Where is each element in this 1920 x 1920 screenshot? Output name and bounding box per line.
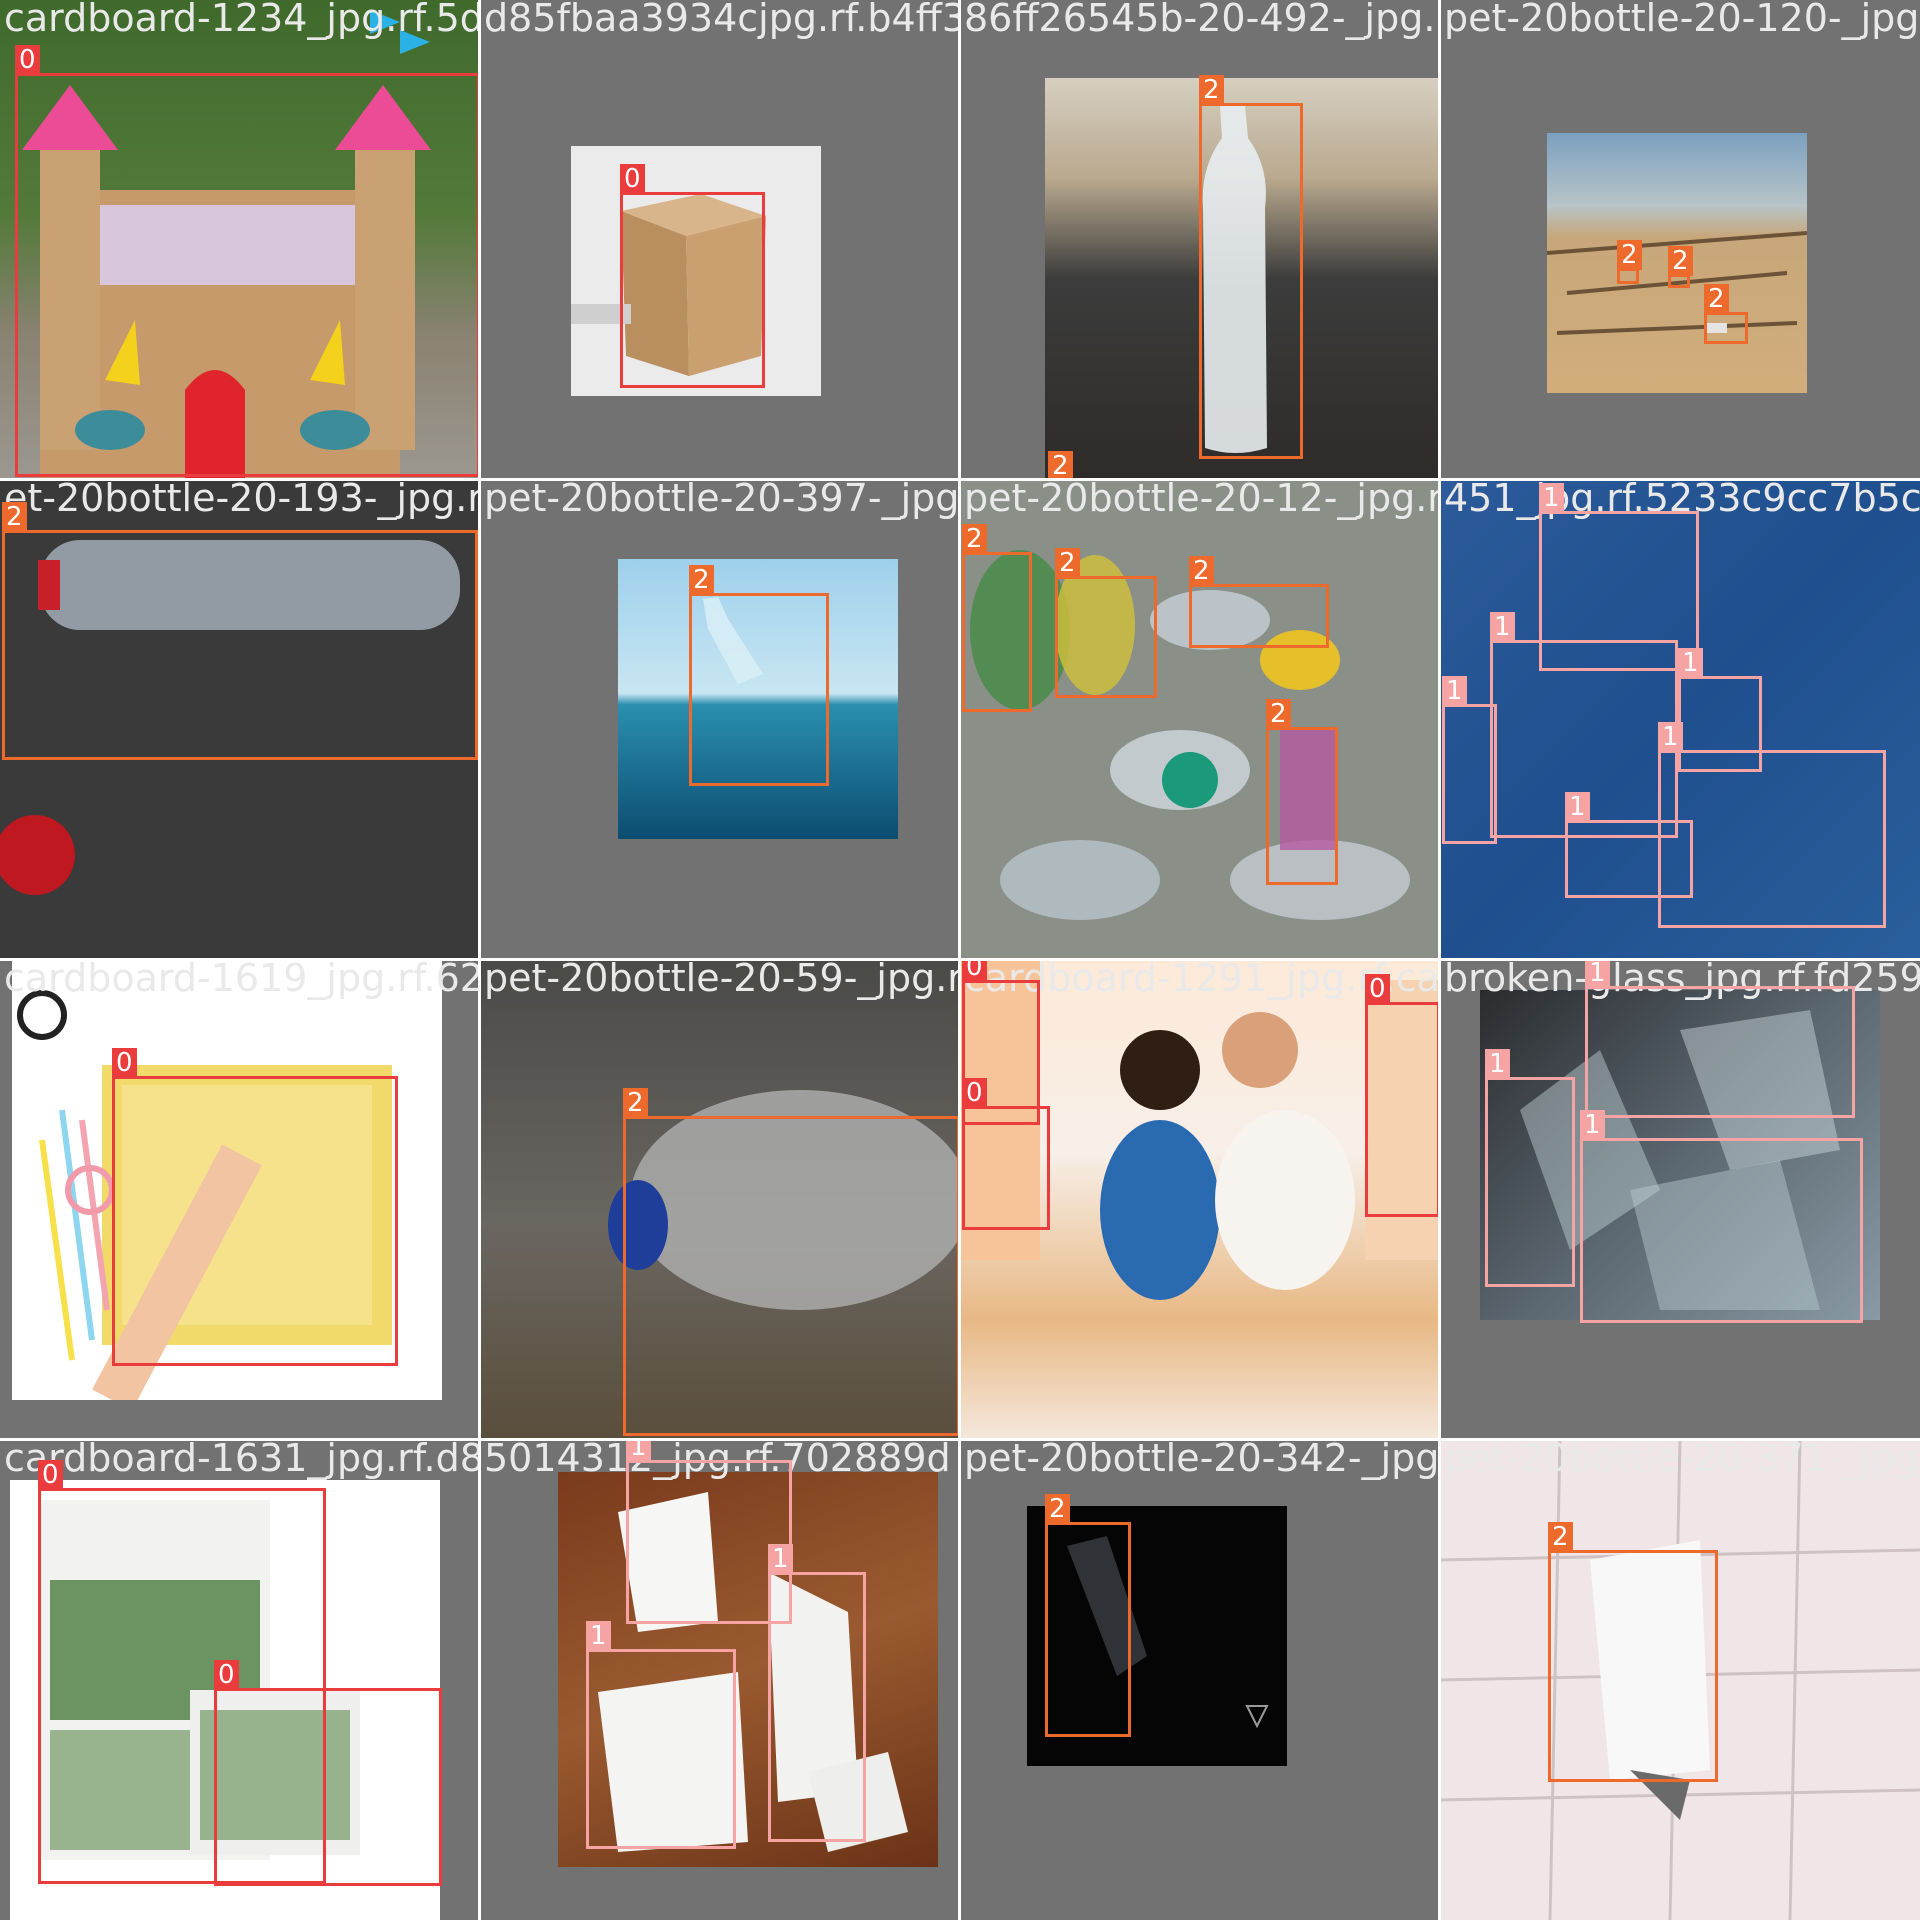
tile-filename: cardboard-1619_jpg.rf.624de — [4, 960, 480, 1000]
bbox: 2 — [1055, 548, 1157, 698]
tile-filename: pet-20bottle-20-342-_jpg.rf.5 — [964, 1440, 1440, 1480]
image-tile: cardboard-1619_jpg.rf.624de 0 — [0, 960, 480, 1440]
tile-filename: et-20bottle-20-193-_jpg.rf.b — [4, 480, 480, 520]
tile-filename: 86ff26545b-20-492-_jpg.rf.1 — [964, 0, 1440, 40]
grid-line — [0, 958, 1920, 961]
image-tile: pet-20bottle-20-12-_jpg.rf.6d 2 2 2 2 — [960, 480, 1440, 960]
bbox-label: 1 — [1490, 612, 1515, 642]
image-tile: 451_jpg.rf.5233c9cc7b5c9f1a7 1 1 1 1 1 1 — [1440, 480, 1920, 960]
bbox-label: 2 — [1199, 75, 1224, 105]
bbox-label: 1 — [1678, 648, 1703, 678]
image-tile: broken-glass_jpg.rf.fd259 1 1 1 — [1440, 960, 1920, 1440]
bbox: 2 — [1199, 75, 1303, 459]
bbox-label: 1 — [626, 1440, 651, 1462]
image-tile: cardboard-1234_jpg.rf.5d26d 0 — [0, 0, 480, 480]
image-tile: 5014312_jpg.rf.702889d 1 1 1 — [480, 1440, 960, 1920]
bbox-label: 2 — [1055, 548, 1080, 578]
bbox: 0 — [620, 164, 765, 388]
tile-filename: cardboard-1234_jpg.rf.5d26d — [4, 0, 480, 40]
bbox: 2 — [1617, 240, 1642, 284]
bbox-label: 2 — [1617, 240, 1642, 270]
bbox: 0 — [15, 45, 480, 477]
grid-line — [0, 478, 1920, 481]
bbox: 0 — [214, 1660, 442, 1886]
bbox-label: 0 — [38, 1460, 63, 1490]
bbox-label: 2 — [1189, 556, 1214, 586]
bbox-label: 1 — [1565, 792, 1590, 822]
bbox-label: 1 — [1442, 676, 1467, 706]
mosaic-grid: cardboard-1234_jpg.rf.5d26d 0 d85fbaa393… — [0, 0, 1920, 1920]
bbox: 1 — [586, 1621, 736, 1849]
bbox-label: 2 — [1045, 1494, 1070, 1524]
tile-filename: cardboard-1631_jpg.rf.d837d — [4, 1440, 480, 1480]
bbox-label: 0 — [112, 1048, 137, 1078]
bbox-label: 1 — [586, 1621, 611, 1651]
bbox-label: 1 — [1580, 1110, 1605, 1140]
image-tile: et-20bottle-20-193-_jpg.rf.b 2 — [0, 480, 480, 960]
bbox: 2 — [1548, 1522, 1718, 1782]
image-tile: pet-20bottle-20-371-_jpg.rf.e 2 — [1440, 1440, 1920, 1920]
bbox-label: 1 — [1585, 960, 1610, 988]
bbox: 1 — [1485, 1049, 1575, 1287]
bbox-label: 1 — [1485, 1049, 1510, 1079]
bbox: 2 — [962, 524, 1032, 712]
image-tile: 86ff26545b-20-492-_jpg.rf.1 2 2 — [960, 0, 1440, 480]
bbox-label: 1 — [768, 1544, 793, 1574]
bbox-label: 2 — [962, 524, 987, 554]
bbox: 0 — [112, 1048, 398, 1366]
bbox: 2 — [689, 565, 829, 786]
tile-filename: pet-20bottle-20-12-_jpg.rf.6d — [964, 480, 1440, 520]
image-tile: pet-20bottle-20-59-_jpg.rf.29 2 — [480, 960, 960, 1440]
image-tile: pet-20bottle-20-397-_jpg.rf.a 2 — [480, 480, 960, 960]
bbox-label: 2 — [1266, 699, 1291, 729]
image-tile: d85fbaa3934cjpg.rf.b4ff308 0 — [480, 0, 960, 480]
bbox-label: 0 — [962, 960, 987, 982]
bbox: 1 — [768, 1544, 866, 1842]
bbox: 1 — [1580, 1110, 1863, 1323]
bbox: 1 — [1442, 676, 1497, 844]
tile-filename: d85fbaa3934cjpg.rf.b4ff308 — [484, 0, 960, 40]
bbox: 2 — [1668, 246, 1693, 288]
bbox-label: 2 — [1048, 451, 1073, 480]
bbox: 2 — [1266, 699, 1338, 885]
bbox-label: 2 — [689, 565, 714, 595]
grid-line — [0, 1438, 1920, 1441]
bbox: 2 — [1045, 1494, 1131, 1737]
image-tile: cardboard-1291_jpg.rf.ca375 0 0 0 — [960, 960, 1440, 1440]
bbox-label: 2 — [1548, 1522, 1573, 1552]
bbox-label: 2 — [2, 502, 27, 532]
tile-filename: pet-20bottle-20-120-_jpg.rf. — [1444, 0, 1920, 40]
bbox: 1 — [1585, 960, 1855, 1118]
bbox-label: 0 — [15, 45, 40, 75]
bbox: 2 — [1704, 284, 1748, 344]
tile-filename: pet-20bottle-20-59-_jpg.rf.29 — [484, 960, 960, 1000]
bbox-label: 1 — [1539, 483, 1564, 513]
bbox: 2 — [623, 1088, 960, 1436]
tile-photo — [960, 480, 1440, 960]
image-tile: cardboard-1631_jpg.rf.d837d 0 0 — [0, 1440, 480, 1920]
bbox-label: 0 — [1365, 974, 1390, 1004]
bbox-label: 1 — [1658, 722, 1683, 752]
bbox-label: 2 — [623, 1088, 648, 1118]
bbox: 0 — [1365, 974, 1440, 1217]
bbox-label: 2 — [1668, 246, 1693, 276]
bbox: 2 — [1189, 556, 1329, 648]
bbox: 0 — [962, 1078, 1050, 1230]
bbox-label: 0 — [214, 1660, 239, 1690]
tile-filename: pet-20bottle-20-397-_jpg.rf.a — [484, 480, 960, 520]
bbox: 1 — [1565, 792, 1693, 898]
image-tile: pet-20bottle-20-342-_jpg.rf.5 2 — [960, 1440, 1440, 1920]
image-tile: pet-20bottle-20-120-_jpg.rf. 2 2 2 — [1440, 0, 1920, 480]
bbox: 2 — [2, 502, 478, 760]
bbox-label: 2 — [1704, 284, 1729, 314]
tile-filename: pet-20bottle-20-371-_jpg.rf.e — [1444, 1440, 1920, 1480]
bbox-label: 0 — [962, 1078, 987, 1108]
bbox-label: 0 — [620, 164, 645, 194]
